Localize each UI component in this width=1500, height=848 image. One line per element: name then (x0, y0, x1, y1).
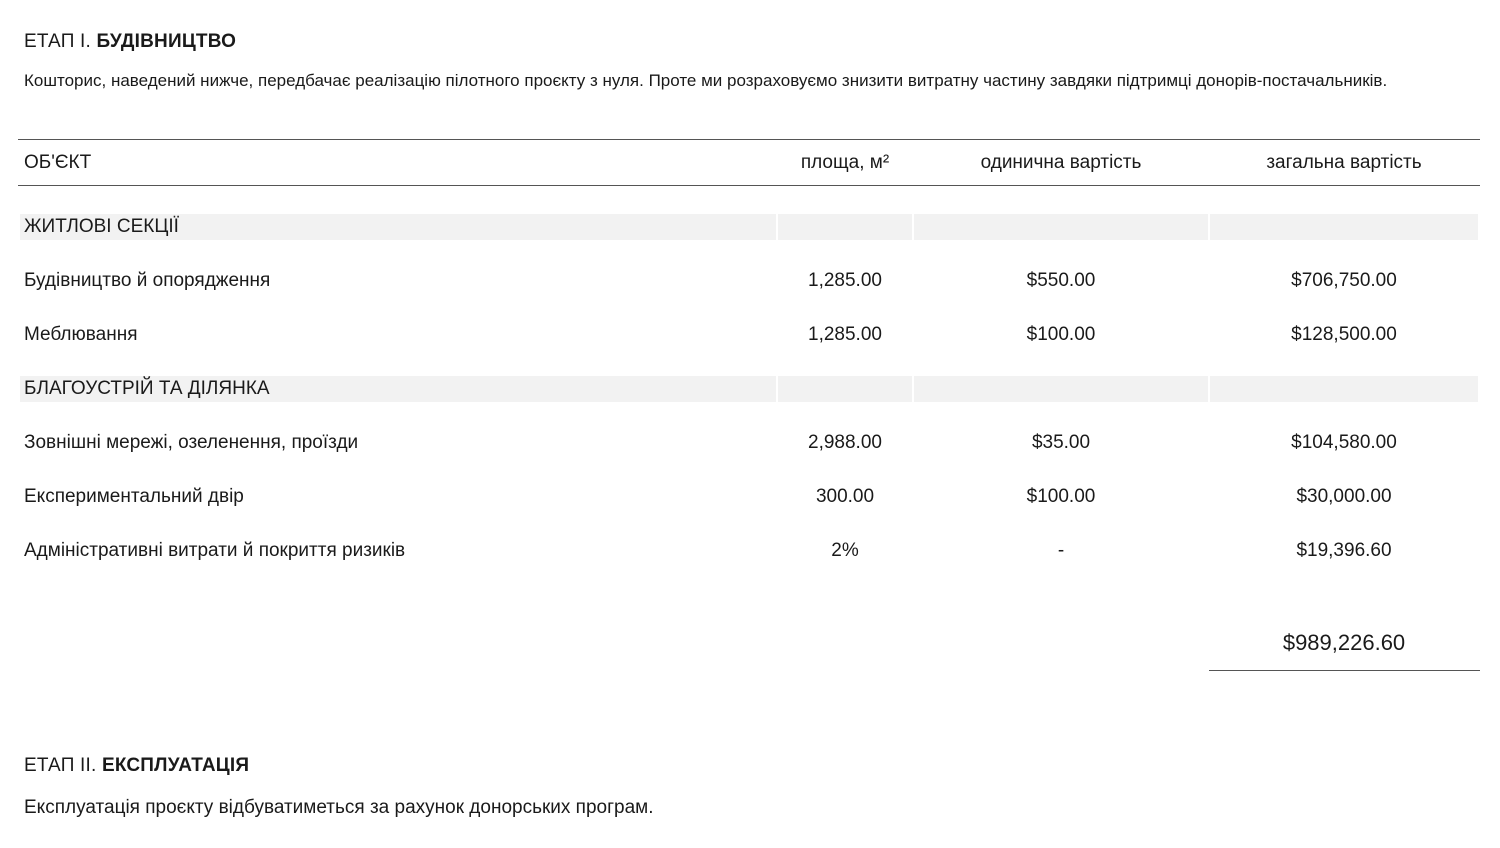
stage-2-prefix: ЕТАП ІІ. (24, 755, 102, 776)
stage-1-intro: Кошторис, наведений нижче, передбачає ре… (24, 71, 1388, 90)
stage-1-title: БУДІВНИЦТВО (96, 31, 237, 52)
stage-1-prefix: ЕТАП І. (24, 31, 97, 52)
row-area: 2,988.00 (808, 432, 882, 453)
section-title: ЖИТЛОВІ СЕКЦІЇ (24, 216, 179, 237)
row-total-cost: $104,580.00 (1291, 432, 1397, 453)
header-object: ОБ'ЄКТ (24, 152, 92, 173)
stage-2-heading: ЕТАП ІІ. ЕКСПЛУАТАЦІЯ (24, 755, 249, 777)
row-total-cost: $19,396.60 (1296, 540, 1392, 561)
header-total-cost: загальна вартість (1266, 152, 1422, 173)
row-object: Експериментальний двір (24, 486, 244, 507)
row-unit-cost: $100.00 (1026, 486, 1096, 507)
row-object: Меблювання (24, 324, 138, 345)
row-unit-cost: $100.00 (1026, 324, 1096, 345)
header-unit-cost: одинична вартість (980, 152, 1142, 173)
row-area: 2% (831, 540, 859, 561)
row-total-cost: $706,750.00 (1291, 270, 1397, 291)
row-object: Зовнішні мережі, озеленення, проїзди (24, 432, 359, 453)
stage-2-title: ЕКСПЛУАТАЦІЯ (101, 755, 250, 776)
row-object: Адміністративні витрати й покриття ризик… (24, 540, 406, 561)
grand-total: $989,226.60 (1282, 630, 1406, 655)
row-total-cost: $128,500.00 (1291, 324, 1397, 345)
grand-total-rule (1209, 670, 1480, 671)
row-area: 1,285.00 (808, 270, 882, 291)
row-object: Будівництво й опорядження (24, 270, 271, 291)
table-header-rule (18, 185, 1480, 186)
section-title: БЛАГОУСТРІЙ ТА ДІЛЯНКА (24, 378, 270, 399)
stage-1-heading: ЕТАП І. БУДІВНИЦТВО (24, 31, 236, 53)
row-area: 1,285.00 (808, 324, 882, 345)
stage-2-intro: Експлуатація проєкту відбуватиметься за … (24, 797, 654, 818)
row-unit-cost: $550.00 (1026, 270, 1096, 291)
row-unit-cost: - (1057, 540, 1065, 561)
row-total-cost: $30,000.00 (1296, 486, 1392, 507)
row-unit-cost: $35.00 (1031, 432, 1091, 453)
header-area: площа, м² (800, 152, 890, 173)
table-top-rule (18, 139, 1480, 140)
row-area: 300.00 (815, 486, 875, 507)
